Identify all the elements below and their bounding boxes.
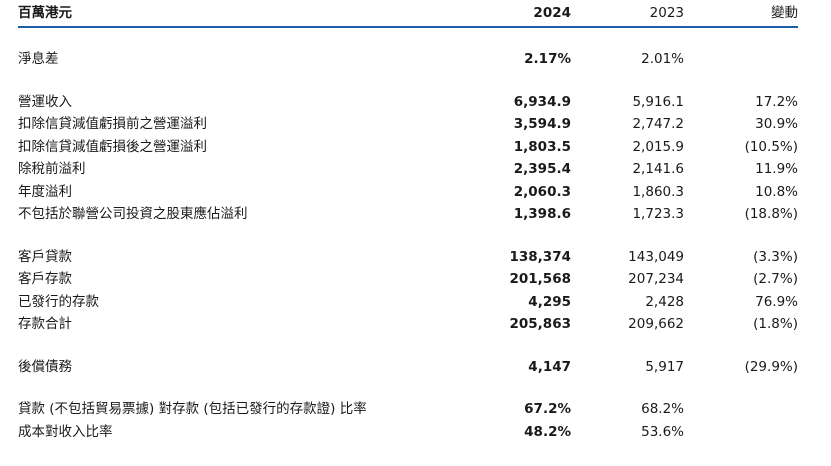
value-2023: 53.6%: [641, 423, 684, 440]
table-row: 後償債務 4,147 5,917 (29.9%): [18, 356, 798, 379]
value-change: (29.9%): [744, 358, 798, 375]
value-2024: 205,863: [509, 316, 572, 332]
value-change: (2.7%): [753, 271, 798, 287]
row-label: 扣除信貸減值虧損後之營運溢利: [18, 138, 207, 155]
value-2023: 2.01%: [641, 51, 684, 67]
value-2024: 48.2%: [524, 423, 571, 440]
table-row: 營運收入 6,934.9 5,916.1 17.2%: [18, 91, 798, 114]
table-row: 除稅前溢利 2,395.4 2,141.6 11.9%: [18, 158, 798, 181]
row-label: 存款合計: [18, 316, 72, 332]
value-change: (3.3%): [753, 248, 798, 265]
value-change: (18.8%): [744, 206, 798, 222]
value-2023: 5,917: [645, 358, 684, 375]
table-row: 貸款 (不包括貿易票據) 對存款 (包括已發行的存款證) 比率 67.2% 68.2…: [18, 398, 798, 421]
table-row: 扣除信貸減值虧損後之營運溢利 1,803.5 2,015.9 (10.5%): [18, 136, 798, 159]
row-label: 成本對收入比率: [18, 423, 113, 440]
row-label: 扣除信貸減值虧損前之營運溢利: [18, 116, 207, 132]
value-change: (10.5%): [744, 138, 798, 155]
table-row: 成本對收入比率 48.2% 53.6%: [18, 421, 798, 444]
value-2023: 68.2%: [641, 401, 684, 417]
value-2024: 1,803.5: [513, 138, 571, 155]
financial-summary-table: 百萬港元 2024 2023 變動 淨息差 2.17% 2.01% 營運收入 6,934…: [18, 0, 798, 443]
row-label: 後償債務: [18, 358, 72, 375]
value-2024: 2.17%: [524, 51, 571, 67]
row-label: 客戶貸款: [18, 248, 72, 265]
value-2024: 4,147: [528, 358, 571, 375]
value-2024: 6,934.9: [513, 93, 571, 110]
value-2024: 67.2%: [524, 401, 571, 417]
column-header-change: 變動: [771, 5, 798, 21]
table-row: 扣除信貸減值虧損前之營運溢利 3,594.9 2,747.2 30.9%: [18, 113, 798, 136]
table-row: 存款合計 205,863 209,662 (1.8%): [18, 313, 798, 336]
table-row: 客戶存款 201,568 207,234 (2.7%): [18, 268, 798, 291]
value-change: 30.9%: [755, 116, 798, 132]
table-row: 已發行的存款 4,295 2,428 76.9%: [18, 291, 798, 314]
value-2023: 1,860.3: [632, 183, 684, 200]
value-2024: 3,594.9: [513, 116, 571, 132]
value-change: (1.8%): [753, 316, 798, 332]
column-header-2024: 2024: [533, 5, 571, 21]
value-2024: 201,568: [509, 271, 572, 287]
value-2024: 138,374: [509, 248, 572, 265]
value-2023: 2,015.9: [632, 138, 684, 155]
row-label: 不包括於聯營公司投資之股東應佔溢利: [18, 206, 248, 222]
table-row: 不包括於聯營公司投資之股東應佔溢利 1,398.6 1,723.3 (18.8%): [18, 203, 798, 226]
row-label: 已發行的存款: [18, 293, 99, 310]
column-header-2023: 2023: [649, 5, 684, 21]
value-2023: 207,234: [628, 271, 684, 287]
value-2024: 1,398.6: [513, 206, 571, 222]
value-2023: 5,916.1: [632, 93, 684, 110]
row-label: 營運收入: [18, 93, 72, 110]
row-label: 貸款 (不包括貿易票據) 對存款 (包括已發行的存款證) 比率: [18, 401, 367, 417]
row-label: 年度溢利: [18, 183, 72, 200]
value-2024: 2,395.4: [513, 161, 571, 177]
row-label: 客戶存款: [18, 271, 72, 287]
table-row: 客戶貸款 138,374 143,049 (3.3%): [18, 246, 798, 269]
value-2023: 143,049: [628, 248, 684, 265]
value-change: 11.9%: [755, 161, 798, 177]
row-label: 除稅前溢利: [18, 161, 86, 177]
value-change: 17.2%: [755, 93, 798, 110]
value-2023: 2,428: [645, 293, 684, 310]
value-2023: 1,723.3: [632, 206, 684, 222]
value-2024: 4,295: [528, 293, 571, 310]
value-2023: 2,747.2: [632, 116, 684, 132]
value-change: 76.9%: [755, 293, 798, 310]
table-row: 年度溢利 2,060.3 1,860.3 10.8%: [18, 181, 798, 204]
value-change: 10.8%: [755, 183, 798, 200]
value-2024: 2,060.3: [513, 183, 571, 200]
row-label: 淨息差: [18, 51, 59, 67]
table-body: 淨息差 2.17% 2.01% 營運收入 6,934.9 5,916.1 17.2% 扣除信貸…: [18, 48, 798, 443]
table-header: 百萬港元 2024 2023 變動: [18, 0, 798, 28]
value-2023: 2,141.6: [632, 161, 684, 177]
unit-label: 百萬港元: [18, 5, 72, 21]
table-row: 淨息差 2.17% 2.01%: [18, 48, 798, 71]
value-2023: 209,662: [628, 316, 684, 332]
